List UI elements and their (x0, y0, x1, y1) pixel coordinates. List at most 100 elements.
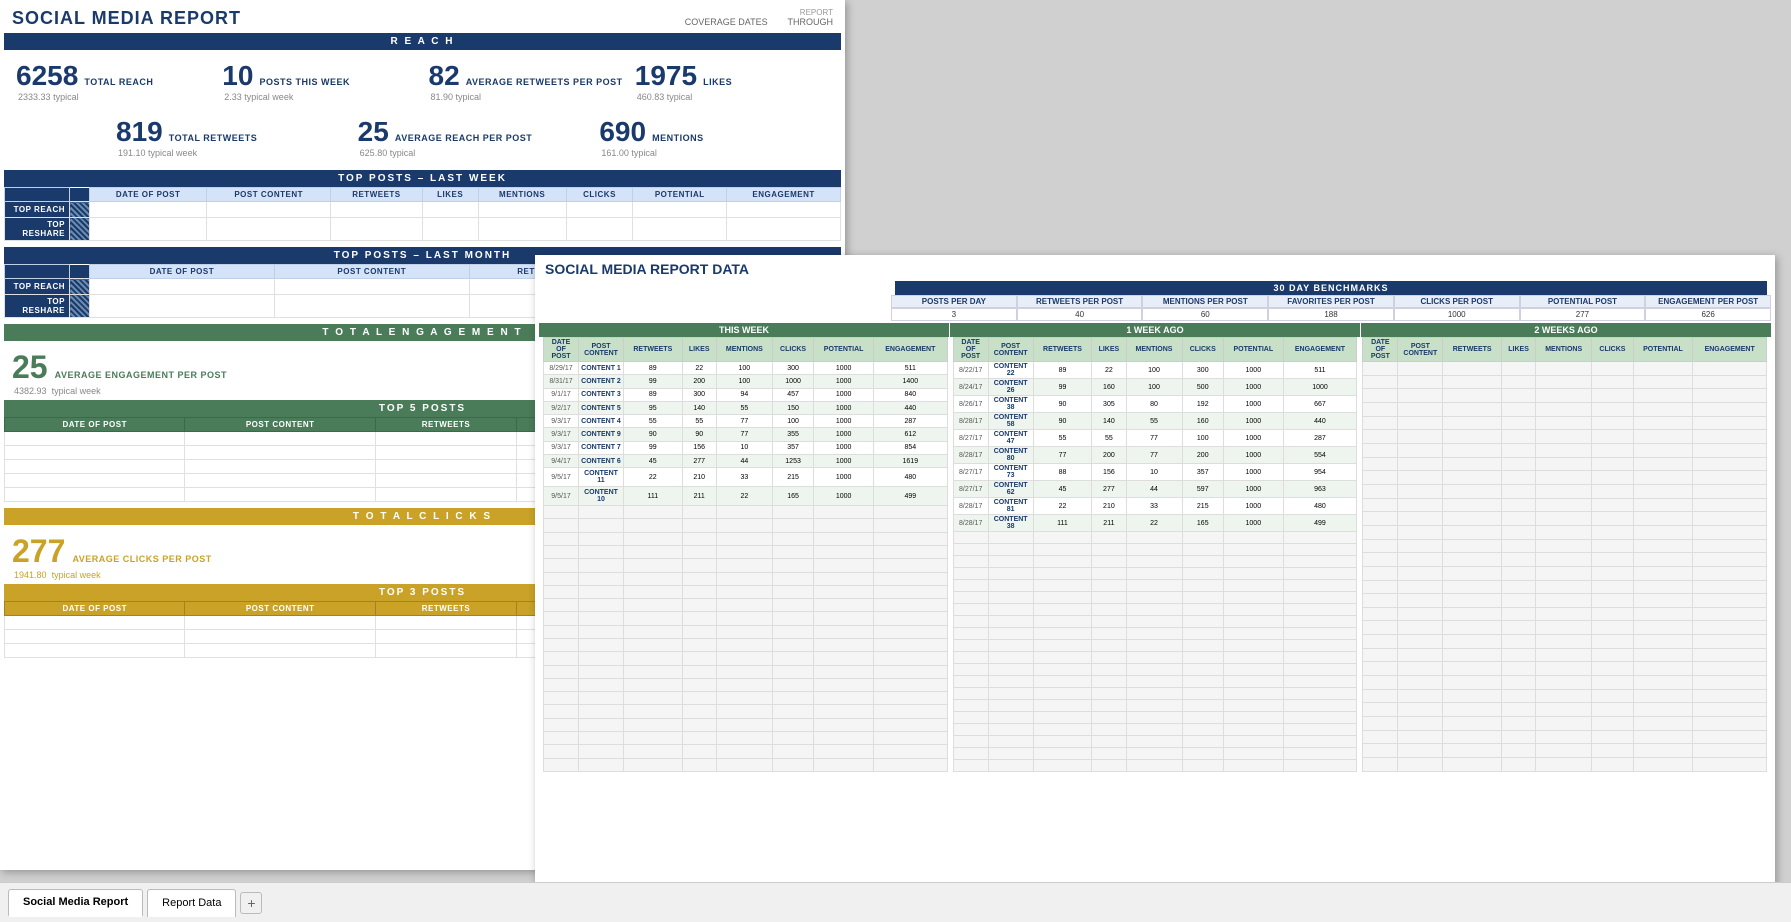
table-row: 8/28/17CONTENT 38111211221651000499 (953, 515, 1357, 532)
table-row (544, 678, 948, 691)
table-row (1363, 689, 1767, 703)
table-row: 9/2/17CONTENT 595140551501000440 (544, 401, 948, 414)
table-row: 9/3/17CONTENT 99090773551000612 (544, 428, 948, 441)
table-row (544, 758, 948, 771)
table-row: 8/22/17CONTENT 2289221003001000511 (953, 362, 1357, 379)
last-week-header: 1 WEEK AGO (950, 323, 1360, 337)
table-row (953, 664, 1357, 676)
col-engagement: ENGAGEMENT (727, 188, 841, 202)
tab-report-data[interactable]: Report Data (147, 889, 236, 917)
sheet-data: SOCIAL MEDIA REPORT DATA 30 DAY BENCHMAR… (535, 255, 1775, 905)
week-headers: THIS WEEK 1 WEEK AGO 2 WEEKS AGO (539, 323, 1771, 337)
table-row (1363, 416, 1767, 430)
table-row (544, 745, 948, 758)
table-row (953, 580, 1357, 592)
last-week-table: DATE OF POST POST CONTENT RETWEETS LIKES… (953, 337, 1358, 772)
table-row (1363, 375, 1767, 389)
table-row (953, 544, 1357, 556)
table-row-top-reshare: TOP RESHARE (5, 218, 841, 241)
col-mentions: MENTIONS (478, 188, 566, 202)
stat-mentions: 690 MENTIONS 161.00 typical (593, 112, 835, 162)
table-row: 8/28/17CONTENT 8122210332151000480 (953, 498, 1357, 515)
table-row (953, 736, 1357, 748)
table-row (1363, 607, 1767, 621)
taskbar: Social Media Report Report Data + (0, 882, 1791, 922)
table-row (544, 585, 948, 598)
table-row (1363, 553, 1767, 567)
table-row (544, 625, 948, 638)
col-potential: POTENTIAL (633, 188, 727, 202)
table-row (544, 718, 948, 731)
table-row (1363, 566, 1767, 580)
table-row-top-reach: TOP REACH (5, 202, 841, 218)
table-row (1363, 621, 1767, 635)
table-row: 8/31/17CONTENT 299200100100010001400 (544, 375, 948, 388)
table-row (544, 545, 948, 558)
col-likes: LIKES (422, 188, 478, 202)
table-row (953, 556, 1357, 568)
table-row (953, 652, 1357, 664)
table-row (1363, 758, 1767, 772)
two-weeks-header: 2 WEEKS AGO (1361, 323, 1771, 337)
table-row: 8/27/17CONTENT 7388156103571000954 (953, 464, 1357, 481)
table-row (1363, 539, 1767, 553)
table-row: 8/28/17CONTENT 8077200772001000554 (953, 447, 1357, 464)
table-row (953, 640, 1357, 652)
table-row (544, 652, 948, 665)
table-row (953, 748, 1357, 760)
table-row (544, 572, 948, 585)
table-row (544, 639, 948, 652)
table-row (953, 760, 1357, 772)
col-post-content: POST CONTENT (207, 188, 331, 202)
table-row (544, 692, 948, 705)
table-row (1363, 730, 1767, 744)
benchmark-cols: POSTS PER DAY RETWEETS PER POST MENTIONS… (891, 295, 1771, 308)
top-posts-week-table: DATE OF POST POST CONTENT RETWEETS LIKES… (4, 187, 841, 241)
table-row (953, 592, 1357, 604)
col-clicks: CLICKS (566, 188, 633, 202)
table-row (1363, 594, 1767, 608)
table-row (953, 712, 1357, 724)
two-weeks-table: DATE OF POST POST CONTENT RETWEETS LIKES… (1362, 337, 1767, 772)
table-row (953, 724, 1357, 736)
stat-total-reach: 6258 TOTAL REACH 2333.33 typical (10, 56, 216, 106)
table-row: 8/24/17CONTENT 269916010050010001000 (953, 379, 1357, 396)
table-row (1363, 443, 1767, 457)
table-row (953, 676, 1357, 688)
tab-social-media-report[interactable]: Social Media Report (8, 889, 143, 917)
reach-header: R E A C H (4, 33, 841, 50)
benchmarks-header: 30 DAY BENCHMARKS (895, 281, 1767, 295)
table-row (1363, 648, 1767, 662)
table-row (544, 599, 948, 612)
table-row: 9/1/17CONTENT 389300944571000840 (544, 388, 948, 401)
table-row (1363, 471, 1767, 485)
table-row: 8/29/17CONTENT 189221003001000511 (544, 362, 948, 375)
stat-total-retweets: 819 TOTAL RETWEETS 191.10 typical week (110, 112, 352, 162)
table-row: 8/28/17CONTENT 5890140551601000440 (953, 413, 1357, 430)
desktop: SOCIAL MEDIA REPORT REPORT COVERAGE DATE… (0, 0, 1791, 922)
report-title: SOCIAL MEDIA REPORT (12, 8, 241, 29)
top-posts-week-header: TOP POSTS – LAST WEEK (4, 170, 841, 187)
table-row (1363, 430, 1767, 444)
table-row: 8/27/17CONTENT 475555771001000287 (953, 430, 1357, 447)
table-row (544, 665, 948, 678)
table-row (953, 688, 1357, 700)
stat-avg-retweets: 82 AVERAGE RETWEETS PER POST 81.90 typic… (423, 56, 629, 106)
table-row: 8/27/17CONTENT 6245277445971000963 (953, 481, 1357, 498)
table-row (544, 705, 948, 718)
col-retweets: RETWEETS (331, 188, 423, 202)
report-header: SOCIAL MEDIA REPORT REPORT COVERAGE DATE… (0, 0, 845, 33)
report-label: REPORT (685, 8, 833, 17)
table-row (1363, 662, 1767, 676)
add-tab-button[interactable]: + (240, 892, 262, 914)
coverage-dates: COVERAGE DATES THROUGH (685, 17, 833, 27)
table-row (1363, 744, 1767, 758)
table-row (544, 612, 948, 625)
table-row (544, 559, 948, 572)
table-row: 8/26/17CONTENT 3890305801921000667 (953, 396, 1357, 413)
table-row (1363, 635, 1767, 649)
table-row (544, 506, 948, 519)
table-row (953, 604, 1357, 616)
this-week-header: THIS WEEK (539, 323, 949, 337)
table-row: 9/4/17CONTENT 64527744125310001619 (544, 455, 948, 468)
